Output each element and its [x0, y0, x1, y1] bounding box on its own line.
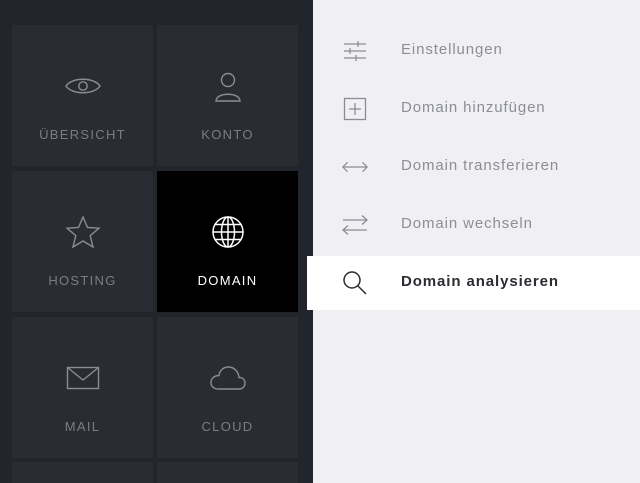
tile-label: KONTO	[201, 127, 254, 142]
tile-hosting[interactable]: HOSTING	[12, 171, 153, 312]
menu-item-label: Domain transferieren	[401, 157, 560, 174]
menu-item-label: Einstellungen	[401, 41, 503, 58]
tile-label: DOMAIN	[197, 273, 258, 288]
menu-item-einstellungen[interactable]: Einstellungen	[307, 24, 640, 78]
tile-mail[interactable]: MAIL	[12, 317, 153, 458]
tile-uebersicht[interactable]: ÜBERSICHT	[12, 25, 153, 166]
search-icon	[341, 269, 369, 297]
cloud-icon	[209, 359, 247, 397]
envelope-icon	[64, 359, 102, 397]
plus-box-icon	[341, 95, 369, 123]
star-icon	[64, 213, 102, 251]
menu-item-domain-wechseln[interactable]: Domain wechseln	[307, 198, 640, 252]
tile-label: MAIL	[64, 419, 101, 434]
tile-cloud[interactable]: CLOUD	[157, 317, 298, 458]
tile-label: HOSTING	[48, 273, 117, 288]
tile-label: ÜBERSICHT	[39, 127, 126, 142]
swap-arrows-icon	[341, 211, 369, 239]
tile-partial	[157, 462, 298, 483]
double-arrow-icon	[341, 153, 369, 181]
user-icon	[209, 67, 247, 105]
tile-domain[interactable]: DOMAIN	[157, 171, 298, 312]
sliders-icon	[341, 37, 369, 65]
menu-item-label: Domain analysieren	[401, 273, 559, 290]
menu-item-label: Domain wechseln	[401, 215, 533, 232]
domain-submenu: Einstellungen Domain hinzufügen Domain t…	[307, 0, 640, 483]
tile-konto[interactable]: KONTO	[157, 25, 298, 166]
globe-icon	[209, 213, 247, 251]
tile-partial	[12, 462, 153, 483]
menu-item-domain-hinzufuegen[interactable]: Domain hinzufügen	[307, 82, 640, 136]
menu-item-domain-analysieren[interactable]: Domain analysieren	[307, 256, 640, 310]
product-tile-grid: ÜBERSICHT KONTO HOSTING DOMAIN MAIL CLOU…	[0, 0, 313, 483]
menu-item-domain-transferieren[interactable]: Domain transferieren	[307, 140, 640, 194]
tile-label: CLOUD	[201, 419, 254, 434]
menu-item-label: Domain hinzufügen	[401, 99, 546, 116]
eye-icon	[64, 67, 102, 105]
